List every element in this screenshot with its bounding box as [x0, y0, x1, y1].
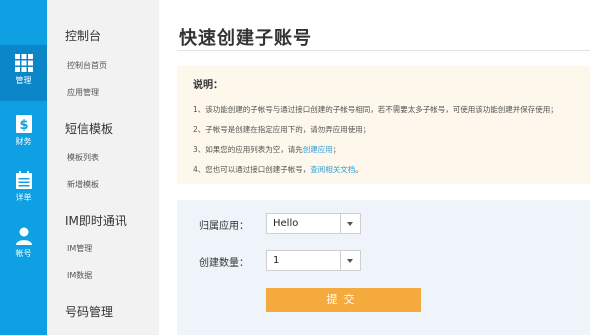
notice-line-3-text: 3、如果您的应用列表为空，请先	[193, 145, 303, 154]
menu-link-template-list[interactable]: 模板列表	[67, 152, 99, 163]
count-select[interactable]: 1	[266, 250, 361, 271]
menu-link-console-home[interactable]: 控制台首页	[67, 60, 107, 71]
notice-box: 说明： 1、该功能创建的子帐号与通过接口创建的子帐号相同，若不需要太多子帐号，可…	[177, 66, 590, 184]
count-select-value: 1	[273, 255, 280, 266]
rail-item-finance[interactable]: $ 财务	[0, 106, 47, 162]
notice-line-3-suffix: ；	[332, 145, 341, 154]
rail-item-detail[interactable]: 详单	[0, 162, 47, 218]
docs-link[interactable]: 查阅相关文档	[310, 165, 355, 174]
notice-line-4: 4、您也可以通过接口创建子帐号，查阅相关文档。	[193, 164, 363, 175]
count-label: 创建数量：	[199, 258, 249, 269]
svg-text:$: $	[19, 118, 28, 133]
chevron-down-icon[interactable]	[340, 251, 360, 270]
notice-title: 说明：	[193, 80, 223, 91]
user-icon	[15, 227, 32, 245]
rail-label-finance: 财务	[15, 137, 32, 146]
submit-button[interactable]: 提交	[266, 288, 421, 312]
notice-line-4-suffix: 。	[355, 165, 363, 174]
menu-link-im-management[interactable]: IM管理	[67, 243, 92, 254]
page-title: 快速创建子账号	[179, 28, 312, 49]
chevron-down-icon[interactable]	[340, 214, 360, 233]
notice-line-1-text: 1、该功能创建的子帐号与通过接口创建的子帐号相同，若不需要太多子帐号，可使用该功…	[193, 105, 558, 114]
notice-line-1: 1、该功能创建的子帐号与通过接口创建的子帐号相同，若不需要太多子帐号，可使用该功…	[193, 104, 558, 115]
icon-rail: 管理 $ 财务 详单 帐号	[0, 0, 47, 335]
create-app-link[interactable]: 创建应用	[303, 145, 333, 154]
calendar-icon	[15, 171, 32, 189]
rail-item-account[interactable]: 帐号	[0, 218, 47, 274]
menu-group-sms-template[interactable]: 短信模板	[65, 120, 113, 137]
rail-label-account: 帐号	[15, 249, 32, 258]
app-label: 归属应用：	[199, 221, 249, 232]
menu-group-console[interactable]: 控制台	[65, 27, 101, 44]
menu-group-im[interactable]: IM即时通讯	[65, 212, 127, 229]
menu-group-number-management[interactable]: 号码管理	[65, 303, 113, 320]
notice-line-4-text: 4、您也可以通过接口创建子帐号，	[193, 165, 311, 174]
rail-label-detail: 详单	[15, 193, 32, 202]
title-divider	[177, 50, 590, 51]
grid-icon	[14, 54, 33, 72]
menu-link-im-data[interactable]: IM数据	[67, 270, 92, 281]
rail-label-manage: 管理	[15, 76, 32, 85]
sidebar-menu: 控制台 控制台首页 应用管理 短信模板 模板列表 新增模板 IM即时通讯 IM管…	[47, 0, 159, 335]
app-select[interactable]: Hello	[266, 213, 361, 234]
notice-line-3: 3、如果您的应用列表为空，请先创建应用；	[193, 144, 340, 155]
rail-item-manage[interactable]: 管理	[0, 45, 47, 101]
menu-link-add-template[interactable]: 新增模板	[67, 179, 99, 190]
notice-line-2-text: 2、子帐号是创建在指定应用下的，请勿弄应用使用；	[193, 125, 371, 134]
menu-link-app-management[interactable]: 应用管理	[67, 87, 99, 98]
app-select-value: Hello	[273, 218, 299, 229]
notice-line-2: 2、子帐号是创建在指定应用下的，请勿弄应用使用；	[193, 124, 370, 135]
main-content: 快速创建子账号 说明： 1、该功能创建的子帐号与通过接口创建的子帐号相同，若不需…	[159, 0, 600, 335]
dollar-icon: $	[15, 115, 32, 133]
create-form: 归属应用： Hello 创建数量： 1 提交	[177, 200, 590, 335]
